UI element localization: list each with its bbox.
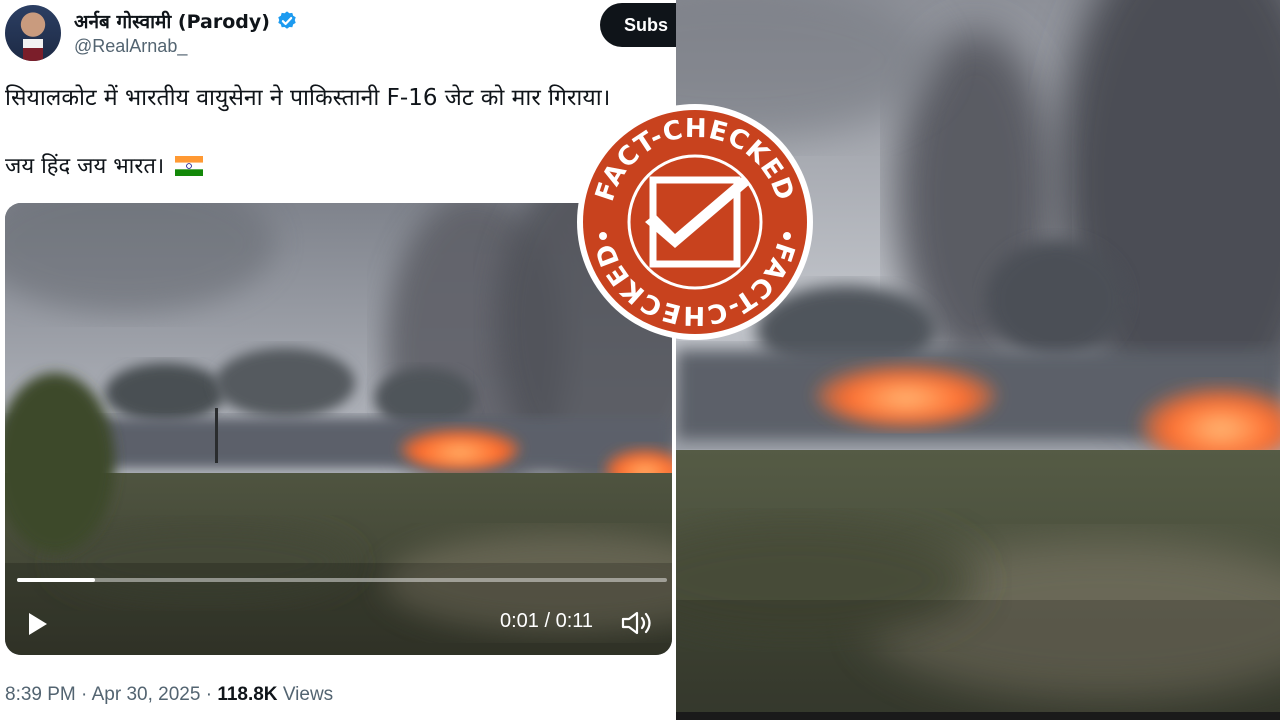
- video-progress-bar[interactable]: [17, 578, 667, 582]
- tweet-time[interactable]: 8:39 PM: [5, 684, 76, 705]
- views-count: 118.8K: [217, 684, 278, 705]
- author-handle[interactable]: @RealArnab_: [74, 36, 187, 57]
- author-name[interactable]: अर्नब गोस्वामी (Parody): [74, 8, 270, 34]
- play-icon[interactable]: [23, 607, 53, 641]
- views-label: Views: [282, 684, 334, 705]
- frame-bottom-edge: [676, 712, 1280, 720]
- author-name-row[interactable]: अर्नब गोस्वामी (Parody): [74, 8, 298, 34]
- video-player[interactable]: 0:01 / 0:11: [5, 203, 672, 655]
- video-frame-image: [5, 203, 672, 655]
- volume-icon[interactable]: [619, 608, 653, 638]
- separator-dot: ·: [81, 684, 92, 705]
- tweet-text-line-2: जय हिंद जय भारत।: [5, 150, 204, 180]
- avatar[interactable]: [5, 5, 61, 61]
- tweet-meta: 8:39 PM · Apr 30, 2025 · 118.8K Views: [5, 684, 333, 706]
- fact-checked-stamp: FACT-CHECKED FACT-CHECKED: [577, 104, 813, 340]
- tweet-text-hashtag-line: जय हिंद जय भारत।: [5, 154, 165, 179]
- tweet-date[interactable]: Apr 30, 2025: [92, 684, 201, 705]
- subscribe-button[interactable]: Subs: [600, 3, 676, 47]
- separator-dot: ·: [205, 684, 218, 705]
- verified-badge-icon: [278, 11, 296, 29]
- video-timecode: 0:01 / 0:11: [500, 610, 594, 632]
- tweet-text-line-1: सियालकोट में भारतीय वायुसेना ने पाकिस्ता…: [5, 85, 611, 111]
- india-flag-icon: [175, 156, 204, 176]
- video-progress-fill: [17, 578, 95, 582]
